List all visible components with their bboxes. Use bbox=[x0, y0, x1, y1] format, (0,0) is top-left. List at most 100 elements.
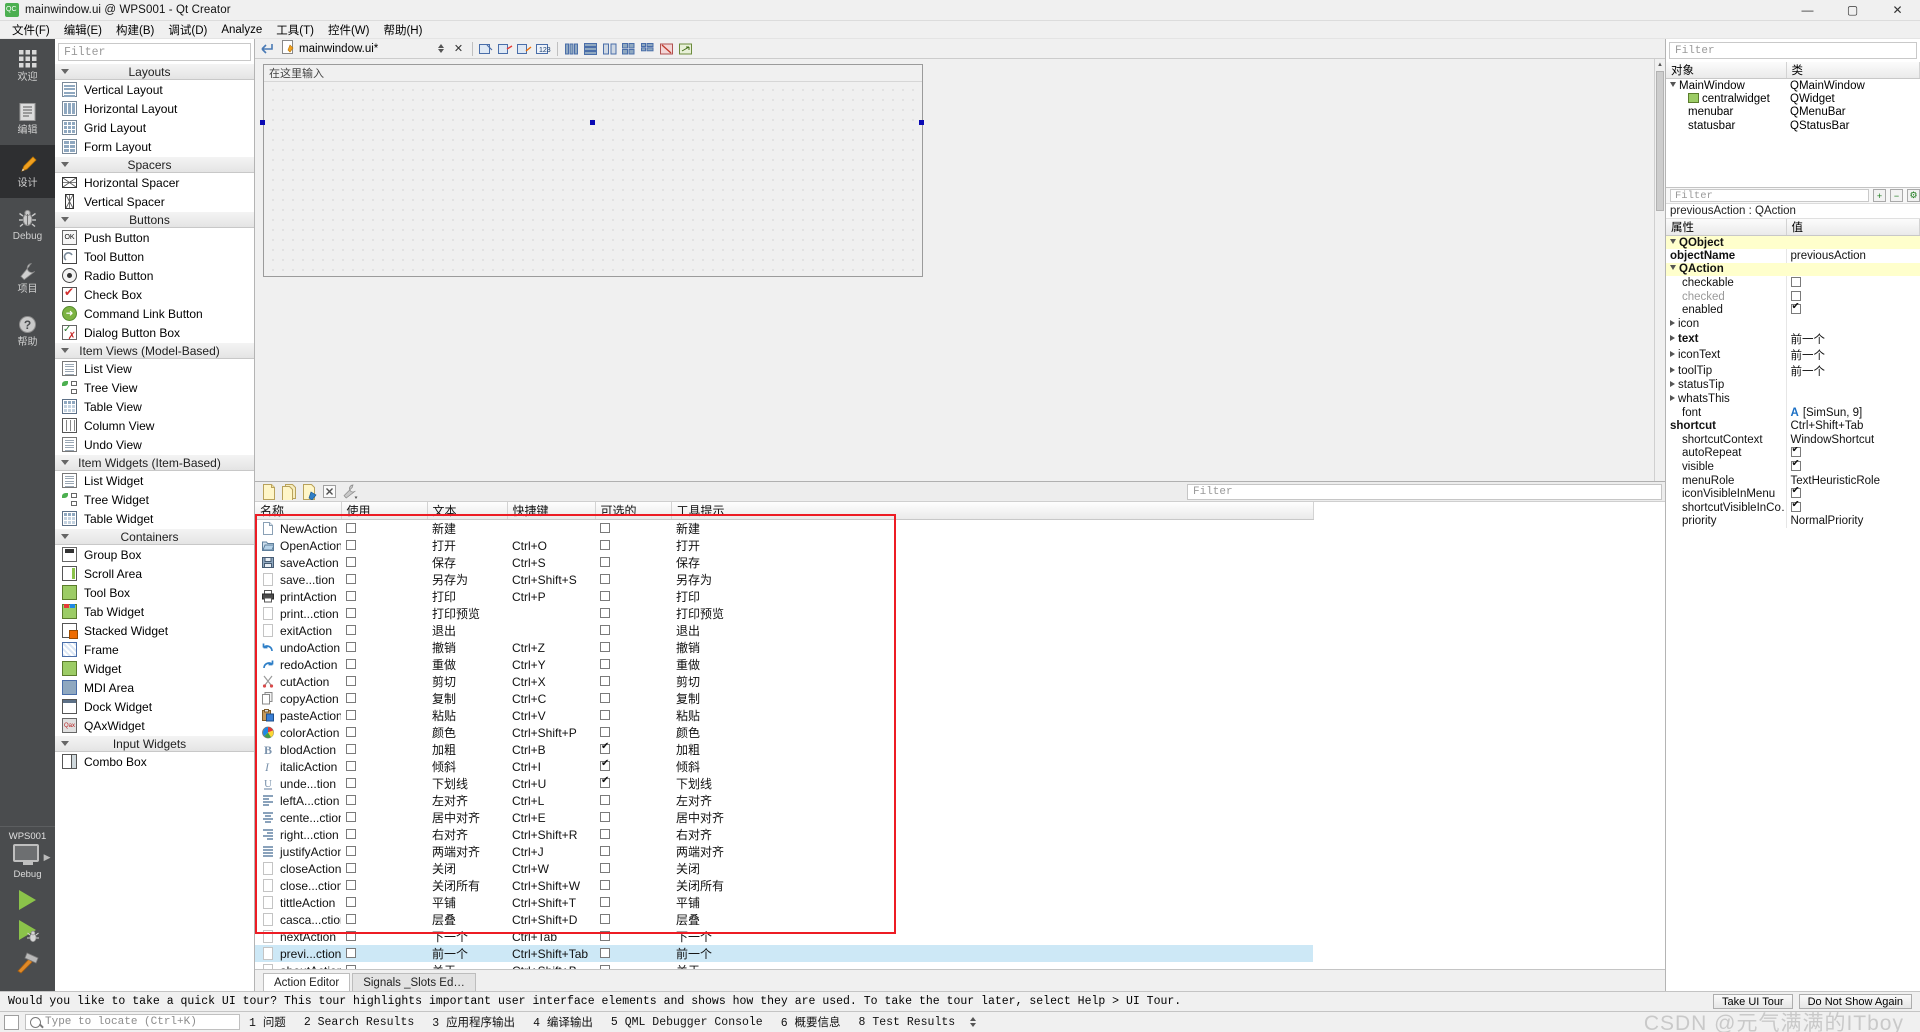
used-checkbox[interactable] bbox=[346, 828, 356, 839]
action-name-cell[interactable]: closeAction bbox=[255, 860, 341, 877]
action-used-cell[interactable] bbox=[341, 860, 427, 877]
property-value-cell[interactable]: WindowShortcut bbox=[1785, 433, 1920, 447]
action-checkable-cell[interactable] bbox=[595, 656, 671, 673]
col-used[interactable]: 使用 bbox=[341, 502, 428, 520]
action-tooltip-cell[interactable]: 层叠 bbox=[671, 911, 1313, 928]
action-text-cell[interactable]: 复制 bbox=[427, 690, 507, 707]
close-button[interactable]: ✕ bbox=[1875, 0, 1920, 21]
property-key-cell[interactable]: text bbox=[1666, 331, 1786, 347]
action-text-cell[interactable]: 粘贴 bbox=[427, 707, 507, 724]
main-window-form[interactable]: 在这里输入 bbox=[263, 64, 923, 277]
action-shortcut-cell[interactable]: Ctrl+Shift+R bbox=[507, 826, 595, 843]
action-shortcut-cell[interactable]: Ctrl+Shift+D bbox=[507, 911, 595, 928]
property-value-cell[interactable] bbox=[1785, 487, 1920, 501]
action-checkable-cell[interactable] bbox=[595, 945, 671, 962]
action-name-cell[interactable]: BblodAction bbox=[255, 741, 341, 758]
used-checkbox[interactable] bbox=[346, 658, 356, 669]
property-row[interactable]: iconText 前一个 bbox=[1666, 346, 1920, 363]
checkable-checkbox[interactable] bbox=[600, 709, 610, 720]
col-class[interactable]: 类 bbox=[1786, 62, 1920, 79]
action-tooltip-cell[interactable]: 退出 bbox=[671, 622, 1313, 639]
mode-debug[interactable]: Debug bbox=[0, 198, 55, 251]
action-tooltip-cell[interactable]: 撤销 bbox=[671, 639, 1313, 656]
checkable-checkbox[interactable] bbox=[600, 556, 610, 567]
chevron-down-icon[interactable] bbox=[1670, 265, 1676, 271]
form-scrollbar[interactable]: ▲ bbox=[1654, 59, 1665, 481]
mode-projects[interactable]: 项目 bbox=[0, 251, 55, 304]
property-row[interactable]: iconVisibleInMenu bbox=[1666, 487, 1920, 501]
action-shortcut-cell[interactable] bbox=[507, 622, 595, 639]
output-pane-test[interactable]: 8 Test Results bbox=[850, 1016, 965, 1029]
action-text-cell[interactable]: 打印 bbox=[427, 588, 507, 605]
action-checkable-cell[interactable] bbox=[595, 571, 671, 588]
action-name-cell[interactable]: leftA...ction bbox=[255, 792, 341, 809]
used-checkbox[interactable] bbox=[346, 692, 356, 703]
action-text-cell[interactable]: 左对齐 bbox=[427, 792, 507, 809]
action-text-cell[interactable]: 平铺 bbox=[427, 894, 507, 911]
action-tooltip-cell[interactable]: 另存为 bbox=[671, 571, 1313, 588]
property-filter-input[interactable]: Filter bbox=[1670, 189, 1869, 202]
action-tooltip-cell[interactable]: 打开 bbox=[671, 537, 1313, 554]
property-checkbox[interactable] bbox=[1790, 290, 1801, 301]
menubar-placeholder[interactable]: 在这里输入 bbox=[269, 65, 324, 81]
scrollbar-thumb[interactable] bbox=[1656, 71, 1664, 211]
object-inspector[interactable]: 对象 类 MainWindow QMainWindow centralwidget Q… bbox=[1666, 62, 1920, 187]
menu-tools[interactable]: 工具(T) bbox=[269, 21, 321, 39]
action-checkable-cell[interactable] bbox=[595, 860, 671, 877]
property-row[interactable]: statusTip bbox=[1666, 378, 1920, 393]
action-filter-input[interactable]: Filter bbox=[1187, 483, 1662, 500]
object-inspector-filter[interactable]: Filter bbox=[1669, 42, 1917, 59]
output-pane-overview[interactable]: 6 概要信息 bbox=[772, 1014, 850, 1030]
chevron-right-icon[interactable] bbox=[1670, 334, 1675, 341]
property-value-cell[interactable] bbox=[1785, 378, 1920, 393]
action-text-cell[interactable]: 前一个 bbox=[427, 945, 507, 962]
property-row[interactable]: shortcutVisibleInCo… bbox=[1666, 501, 1920, 515]
action-text-cell[interactable]: 剪切 bbox=[427, 673, 507, 690]
widget-item-frame[interactable]: Frame bbox=[55, 640, 254, 659]
layout-h-icon[interactable] bbox=[563, 40, 580, 57]
maximize-button[interactable]: ▢ bbox=[1830, 0, 1875, 21]
action-checkable-cell[interactable] bbox=[595, 809, 671, 826]
checkable-checkbox[interactable] bbox=[600, 930, 610, 941]
action-text-cell[interactable]: 居中对齐 bbox=[427, 809, 507, 826]
action-name-cell[interactable]: tittleAction bbox=[255, 894, 341, 911]
checkable-checkbox[interactable] bbox=[600, 862, 610, 873]
chevron-down-icon[interactable] bbox=[1670, 238, 1676, 244]
chevron-right-icon[interactable] bbox=[1670, 395, 1675, 402]
property-checkbox[interactable] bbox=[1790, 460, 1801, 472]
used-checkbox[interactable] bbox=[346, 964, 356, 969]
action-checkable-cell[interactable] bbox=[595, 911, 671, 928]
action-used-cell[interactable] bbox=[341, 894, 427, 911]
table-row[interactable]: NewAction 新建 新建 bbox=[255, 520, 1313, 538]
action-used-cell[interactable] bbox=[341, 826, 427, 843]
adjust-size-icon[interactable] bbox=[677, 40, 694, 57]
action-checkable-cell[interactable] bbox=[595, 792, 671, 809]
resize-handle-tc[interactable] bbox=[590, 120, 595, 125]
checkable-checkbox[interactable] bbox=[600, 590, 610, 601]
action-text-cell[interactable]: 退出 bbox=[427, 622, 507, 639]
table-row[interactable]: IitalicAction倾斜Ctrl+I倾斜 bbox=[255, 758, 1313, 775]
widget-item-table-view[interactable]: Table View bbox=[55, 397, 254, 416]
layout-form-icon[interactable] bbox=[639, 40, 656, 57]
action-name-cell[interactable]: justifyAction bbox=[255, 843, 341, 860]
property-key-cell[interactable]: font bbox=[1666, 406, 1786, 420]
action-text-cell[interactable]: 重做 bbox=[427, 656, 507, 673]
widget-item-horizontal-layout[interactable]: Horizontal Layout bbox=[55, 99, 254, 118]
checkable-checkbox[interactable] bbox=[600, 879, 610, 890]
used-checkbox[interactable] bbox=[346, 930, 356, 941]
property-key-cell[interactable]: objectName bbox=[1666, 249, 1786, 263]
action-tooltip-cell[interactable]: 加粗 bbox=[671, 741, 1313, 758]
checkable-checkbox[interactable] bbox=[600, 775, 610, 788]
action-checkable-cell[interactable] bbox=[595, 826, 671, 843]
table-row[interactable]: OpenAction 打开 Ctrl+O 打开 bbox=[255, 537, 1313, 554]
checkable-checkbox[interactable] bbox=[600, 828, 610, 839]
widget-item-tree-widget[interactable]: Tree Widget bbox=[55, 490, 254, 509]
debug-button[interactable] bbox=[19, 920, 39, 943]
minimize-button[interactable]: — bbox=[1785, 0, 1830, 21]
checkable-checkbox[interactable] bbox=[600, 539, 610, 550]
used-checkbox[interactable] bbox=[346, 590, 356, 601]
widget-group-buttons[interactable]: Buttons bbox=[55, 211, 254, 228]
action-shortcut-cell[interactable]: Ctrl+Tab bbox=[507, 928, 595, 945]
action-tooltip-cell[interactable]: 前一个 bbox=[671, 945, 1313, 962]
action-checkable-cell[interactable] bbox=[595, 758, 671, 775]
